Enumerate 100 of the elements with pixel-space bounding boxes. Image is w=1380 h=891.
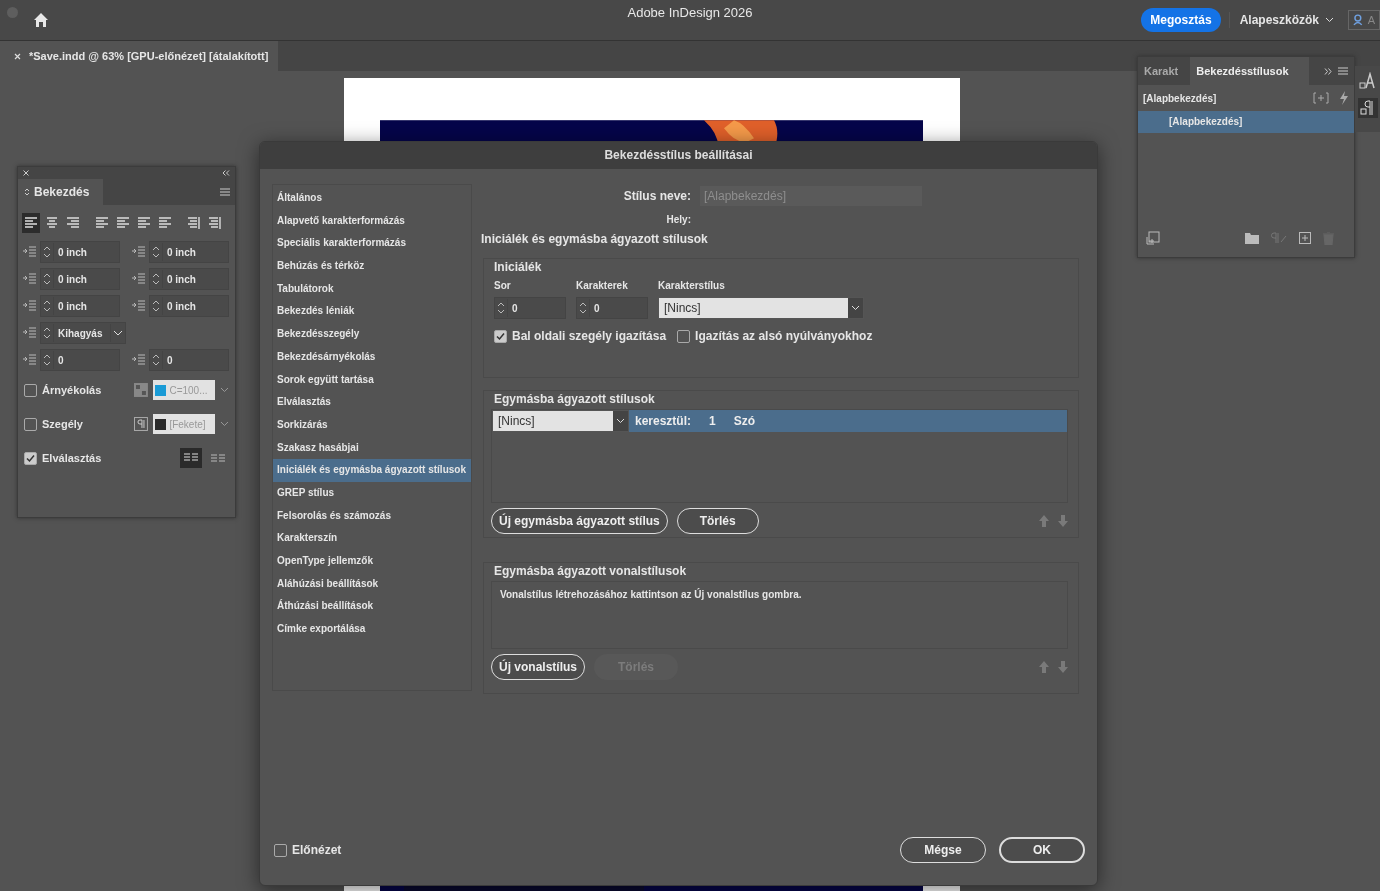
number-field[interactable]: 0 inch	[149, 241, 229, 263]
stepper-icon[interactable]	[41, 351, 54, 369]
number-field[interactable]: 0 inch	[149, 268, 229, 290]
share-button[interactable]: Megosztás	[1141, 8, 1221, 32]
category-item[interactable]: OpenType jellemzők	[273, 550, 471, 573]
stepper-icon[interactable]	[150, 270, 163, 288]
collapse-icon[interactable]	[222, 170, 230, 176]
category-item[interactable]: Tabulátorok	[273, 277, 471, 301]
new-line-style-button[interactable]: Új vonalstílus	[491, 654, 586, 680]
number-field[interactable]: 0 inch	[40, 295, 120, 317]
new-icon[interactable]	[1299, 232, 1311, 244]
checkbox[interactable]	[24, 451, 37, 465]
align-icon	[45, 217, 59, 229]
lines-label: Sor	[494, 280, 512, 291]
align-icon	[137, 217, 151, 229]
category-item[interactable]: Szakasz hasábjai	[273, 436, 471, 460]
checkbox[interactable]	[24, 383, 37, 397]
checkbox[interactable]	[677, 329, 691, 343]
chevron-down-icon[interactable]	[110, 324, 125, 342]
indent-icon	[132, 299, 146, 313]
stepper-icon[interactable]	[41, 324, 54, 342]
indent-icon	[23, 245, 37, 259]
style-item[interactable]: [Alapbekezdés]	[1138, 111, 1354, 133]
align-icon	[187, 217, 201, 229]
character-style-dropdown[interactable]: [Nincs]	[658, 297, 864, 319]
number-field[interactable]: 0 inch	[40, 241, 120, 263]
category-item[interactable]: Felsorolás és számozás	[273, 504, 471, 528]
panel-tab[interactable]: Bekezdés	[18, 179, 104, 205]
category-item[interactable]: Iniciálék és egymásba ágyazott stílusok	[273, 459, 471, 482]
menu-icon[interactable]	[1338, 67, 1348, 75]
new-nested-style-button[interactable]: Új egymásba ágyazott stílus	[491, 508, 668, 534]
nested-style-row[interactable]: [Nincs] keresztül: 1 Szó	[492, 410, 1067, 432]
chevron-down-icon[interactable]	[848, 298, 863, 318]
document-tab[interactable]: *Save.indd @ 63% [GPU-előnézet] [átalakított]	[0, 41, 279, 71]
unit-value[interactable]: Szó	[733, 414, 756, 428]
through-label: keresztül:	[635, 414, 692, 428]
close-icon[interactable]	[23, 170, 29, 176]
style-dropdown[interactable]: [Nincs]	[492, 410, 629, 432]
menu-icon[interactable]	[220, 188, 230, 196]
category-item[interactable]: Behúzás és térköz	[273, 255, 471, 278]
characters-label: Karakterek	[576, 280, 629, 291]
checkbox[interactable]	[494, 329, 507, 343]
characters-field[interactable]: 0	[576, 297, 648, 319]
stepper-icon[interactable]	[41, 297, 54, 315]
panel-tab[interactable]: Karakt	[1138, 57, 1185, 85]
columns-icon[interactable]	[180, 448, 202, 468]
align-icon	[208, 217, 222, 229]
category-item[interactable]: Alapvető karakterformázás	[273, 209, 471, 233]
category-item[interactable]: Bekezdésszegély	[273, 323, 471, 346]
panel-tab[interactable]: Bekezdésstílusok	[1190, 57, 1309, 85]
paragraph-styles-icon[interactable]	[1357, 98, 1378, 118]
stepper-icon[interactable]	[150, 297, 163, 315]
new-style-icon[interactable]	[1313, 92, 1329, 104]
number-field[interactable]: 0 inch	[149, 295, 229, 317]
workspace-dropdown[interactable]: Alapeszközök	[1228, 12, 1340, 28]
character-styles-icon[interactable]	[1358, 72, 1377, 90]
category-item[interactable]: Speciális karakterformázás	[273, 232, 471, 256]
category-item[interactable]: Általános	[273, 187, 471, 210]
align-button[interactable]	[22, 213, 40, 233]
group-title: Iniciálék	[494, 260, 543, 274]
number-field[interactable]: Kihagyás	[40, 322, 126, 344]
category-item[interactable]: Bekezdésárnyékolás	[273, 345, 471, 369]
category-item[interactable]: Elválasztás	[273, 391, 471, 414]
indent-icon	[23, 272, 37, 286]
chevron-down-icon[interactable]	[613, 411, 628, 431]
count-value[interactable]: 1	[709, 414, 716, 428]
stepper-icon[interactable]	[150, 243, 163, 261]
lines-field[interactable]: 0	[494, 297, 566, 319]
checkbox[interactable]	[274, 843, 287, 857]
ok-button[interactable]: OK	[999, 837, 1085, 863]
cancel-button[interactable]: Mégse	[900, 837, 986, 863]
number-field[interactable]: 0	[40, 349, 120, 371]
home-icon[interactable]	[33, 12, 49, 28]
category-item[interactable]: Bekezdés léniák	[273, 300, 471, 324]
category-item[interactable]: Sorkizárás	[273, 413, 471, 437]
stepper-icon[interactable]	[41, 243, 54, 261]
stepper-icon[interactable]	[495, 299, 508, 317]
number-field[interactable]: 0 inch	[40, 268, 120, 290]
style-name-label: Stílus neve:	[622, 189, 691, 203]
lightning-icon[interactable]	[1339, 91, 1349, 105]
folder-icon[interactable]	[1245, 232, 1259, 244]
expand-icon[interactable]	[1324, 67, 1332, 75]
hint-text: Vonalstílus létrehozásához kattintson az Új vonalstílus gombra.	[500, 589, 802, 600]
category-item[interactable]: Aláhúzási beállítások	[273, 572, 471, 596]
stepper-icon[interactable]	[150, 351, 163, 369]
close-icon[interactable]	[14, 52, 21, 60]
stepper-icon[interactable]	[577, 299, 590, 317]
indent-icon	[23, 326, 37, 340]
checkbox[interactable]	[24, 417, 37, 431]
number-field[interactable]: 0	[149, 349, 229, 371]
align-icon	[66, 217, 80, 229]
category-item[interactable]: Sorok együtt tartása	[273, 368, 471, 392]
stepper-icon[interactable]	[41, 270, 54, 288]
category-item[interactable]: GREP stílus	[273, 481, 471, 505]
load-styles-icon[interactable]	[1146, 231, 1160, 245]
category-item[interactable]: Karakterszín	[273, 527, 471, 550]
category-item[interactable]: Áthúzási beállítások	[273, 595, 471, 619]
category-item[interactable]: Címke exportálása	[273, 618, 471, 641]
delete-button[interactable]: Törlés	[676, 508, 759, 534]
align-icon	[116, 217, 130, 229]
